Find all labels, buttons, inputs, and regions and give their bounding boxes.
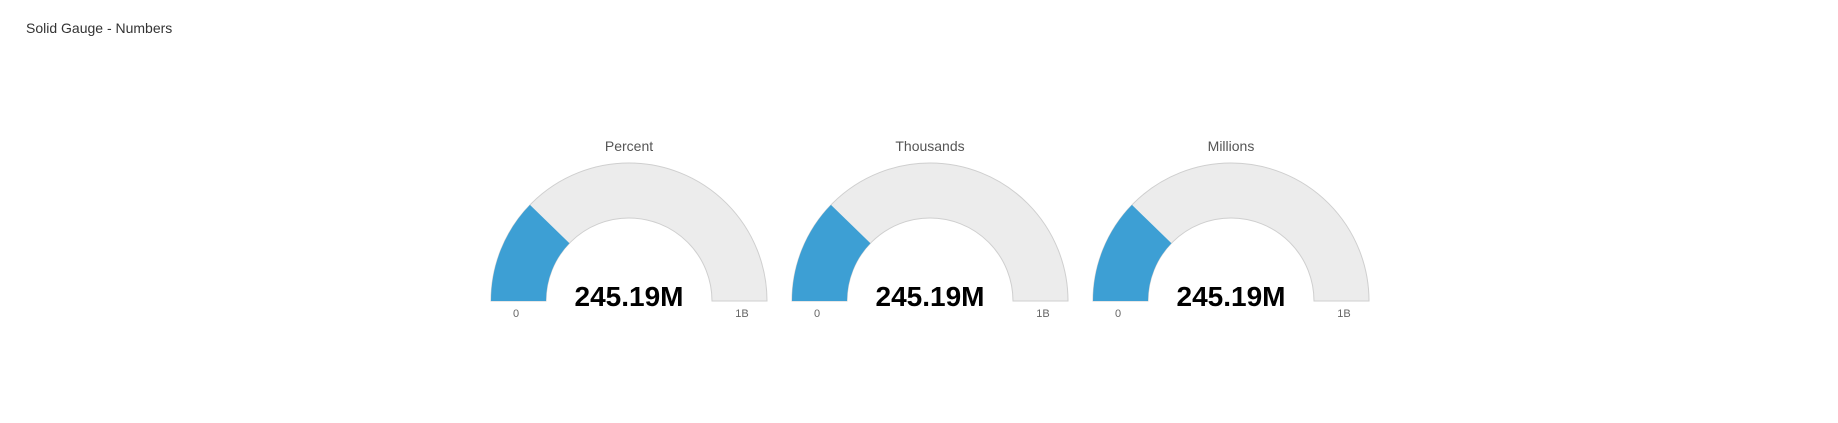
gauge-min-label: 0 [814, 308, 820, 320]
gauge-title: Thousands [895, 138, 964, 154]
gauge-title: Millions [1208, 138, 1255, 154]
gauge-max-label: 1B [1036, 308, 1049, 320]
gauge-max-label: 1B [735, 308, 748, 320]
gauge-title: Percent [605, 138, 653, 154]
gauge-min-label: 0 [513, 308, 519, 320]
gauge-millions: Millions 245.19M 0 1B [1092, 138, 1370, 320]
gauge-value: 245.19M [876, 281, 985, 312]
gauge-value: 245.19M [1177, 281, 1286, 312]
gauge-value: 245.19M [575, 281, 684, 312]
gauge-min-label: 0 [1115, 308, 1121, 320]
gauge-panel: Percent 245.19M 0 1B Thousands 245.19M 0… [490, 138, 1370, 320]
gauge-thousands: Thousands 245.19M 0 1B [791, 138, 1069, 320]
gauge-percent: Percent 245.19M 0 1B [490, 138, 768, 320]
gauge-max-label: 1B [1337, 308, 1350, 320]
